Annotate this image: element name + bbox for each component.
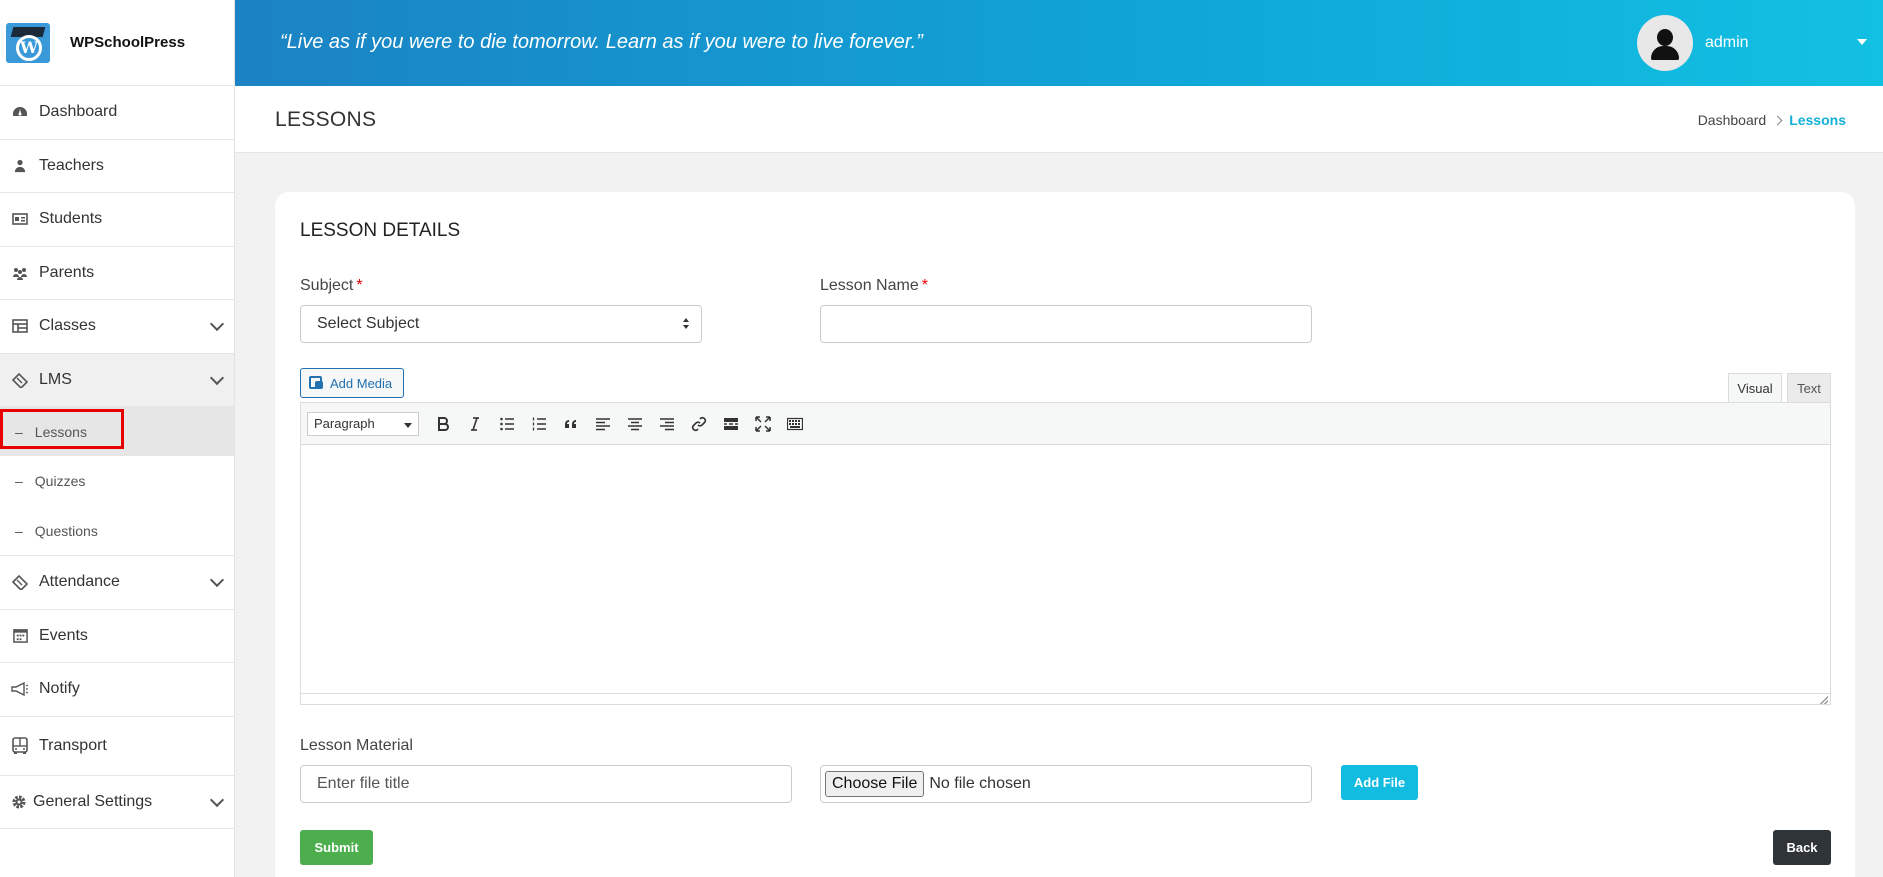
- sidebar-item-label: Students: [39, 210, 103, 228]
- align-center-icon[interactable]: [619, 410, 651, 438]
- sidebar-item-lms[interactable]: LMS: [0, 353, 234, 407]
- megaphone-icon: [11, 680, 29, 698]
- sidebar-item-label: Dashboard: [39, 103, 118, 121]
- link-icon[interactable]: [683, 410, 715, 438]
- tab-text[interactable]: Text: [1787, 373, 1831, 403]
- editor-status-bar: [301, 693, 1830, 705]
- dashboard-gauge-icon: [11, 103, 29, 121]
- chevron-down-icon: [209, 317, 225, 332]
- gear-icon: [10, 793, 28, 811]
- sidebar-item-label: Teachers: [39, 156, 104, 174]
- sidebar-subitem-quizzes[interactable]: – Quizzes: [0, 456, 234, 506]
- avatar[interactable]: [1637, 15, 1693, 71]
- sidebar-subitem-questions[interactable]: – Questions: [0, 506, 234, 556]
- align-right-icon[interactable]: [651, 410, 683, 438]
- sidebar-item-label: Classes: [39, 317, 96, 335]
- sidebar-item-classes[interactable]: Classes: [0, 300, 234, 354]
- italic-icon[interactable]: [459, 410, 491, 438]
- attendance-ticket-icon: [11, 573, 29, 591]
- subject-select[interactable]: Select Subject: [300, 305, 702, 343]
- add-media-button[interactable]: Add Media: [300, 368, 404, 398]
- header-quote: “Live as if you were to die tomorrow. Le…: [280, 31, 923, 53]
- chevron-down-icon: [209, 370, 225, 385]
- editor-toolbar: Paragraph: [301, 403, 1830, 445]
- sidebar-item-label: LMS: [39, 370, 72, 388]
- sidebar-item-events[interactable]: Events: [0, 610, 234, 663]
- sidebar-item-teachers[interactable]: Teachers: [0, 140, 234, 193]
- chevron-right-icon: [1772, 115, 1783, 125]
- caret-down-icon[interactable]: [1857, 39, 1867, 45]
- keyboard-toggle-icon[interactable]: [779, 410, 811, 438]
- blockquote-icon[interactable]: [555, 410, 587, 438]
- fullscreen-icon[interactable]: [747, 410, 779, 438]
- page-title: LESSONS: [275, 108, 377, 131]
- chevron-down-icon: [209, 792, 225, 807]
- sidebar-item-label: General Settings: [33, 792, 153, 810]
- brand[interactable]: W WPSchoolPress: [0, 0, 234, 86]
- lesson-material-label: Lesson Material: [300, 737, 413, 754]
- sidebar-item-label: Parents: [39, 263, 95, 281]
- sidebar-item-attendance[interactable]: Attendance: [0, 556, 234, 610]
- subject-label: Subject *: [300, 277, 363, 294]
- breadcrumb-dashboard-link[interactable]: Dashboard: [1698, 112, 1767, 128]
- highlight-box: [0, 409, 124, 449]
- choose-file-button[interactable]: Choose File: [825, 771, 925, 797]
- lesson-name-input[interactable]: [820, 305, 1312, 343]
- align-left-icon[interactable]: [587, 410, 619, 438]
- breadcrumb-current: Lessons: [1789, 112, 1846, 128]
- brand-name: WPSchoolPress: [70, 34, 186, 51]
- lms-ticket-icon: [11, 371, 29, 389]
- file-status: No file chosen: [929, 775, 1031, 792]
- sidebar-item-label: Attendance: [39, 573, 120, 591]
- chevron-down-icon: [209, 573, 225, 588]
- calendar-icon: [11, 627, 29, 645]
- sidebar: W WPSchoolPress Dashboard Teachers Stude…: [0, 0, 235, 877]
- paragraph-format-select[interactable]: Paragraph: [307, 411, 419, 436]
- user-name[interactable]: admin: [1705, 34, 1749, 52]
- submit-button[interactable]: Submit: [300, 830, 373, 865]
- breadcrumb: Dashboard Lessons: [1698, 112, 1846, 128]
- read-more-icon[interactable]: [715, 410, 747, 438]
- sidebar-item-students[interactable]: Students: [0, 193, 234, 247]
- sidebar-item-general-settings[interactable]: General Settings: [0, 776, 234, 829]
- resize-handle-icon[interactable]: [1820, 696, 1828, 704]
- student-card-icon: [11, 210, 29, 228]
- section-title: LESSON DETAILS: [300, 220, 461, 241]
- editor-content-area[interactable]: [301, 445, 1830, 693]
- top-header: “Live as if you were to die tomorrow. Le…: [235, 0, 1883, 86]
- sidebar-item-label: Transport: [39, 736, 107, 754]
- lesson-name-label: Lesson Name *: [820, 277, 928, 294]
- sidebar-subitem-label: Questions: [34, 522, 98, 539]
- media-icon: [309, 376, 325, 390]
- sidebar-item-label: Notify: [39, 680, 80, 698]
- file-input: Choose File No file chosen: [820, 765, 1312, 803]
- lesson-details-card: LESSON DETAILS Subject * Select Subject L…: [275, 192, 1855, 877]
- numbered-list-icon[interactable]: [523, 410, 555, 438]
- teacher-user-icon: [11, 157, 29, 175]
- sidebar-item-notify[interactable]: Notify: [0, 663, 234, 717]
- sidebar-item-dashboard[interactable]: Dashboard: [0, 86, 234, 140]
- bullet-list-icon[interactable]: [491, 410, 523, 438]
- file-title-input[interactable]: [300, 765, 792, 803]
- rich-text-editor: Paragraph: [300, 402, 1831, 705]
- sidebar-subitem-lessons[interactable]: – Lessons: [0, 407, 234, 456]
- bus-icon: [11, 736, 29, 755]
- school-logo-icon: W: [6, 22, 50, 63]
- sidebar-item-label: Events: [39, 626, 88, 644]
- add-file-button[interactable]: Add File: [1341, 765, 1418, 800]
- sidebar-item-transport[interactable]: Transport: [0, 717, 234, 776]
- parents-group-icon: [11, 264, 29, 282]
- back-button[interactable]: Back: [1773, 830, 1831, 865]
- classes-table-icon: [11, 317, 29, 335]
- bold-icon[interactable]: [427, 410, 459, 438]
- sidebar-subitem-label: Quizzes: [34, 473, 86, 489]
- tab-visual[interactable]: Visual: [1728, 373, 1782, 403]
- sidebar-item-parents[interactable]: Parents: [0, 247, 234, 300]
- page-header: LESSONS Dashboard Lessons: [235, 86, 1883, 153]
